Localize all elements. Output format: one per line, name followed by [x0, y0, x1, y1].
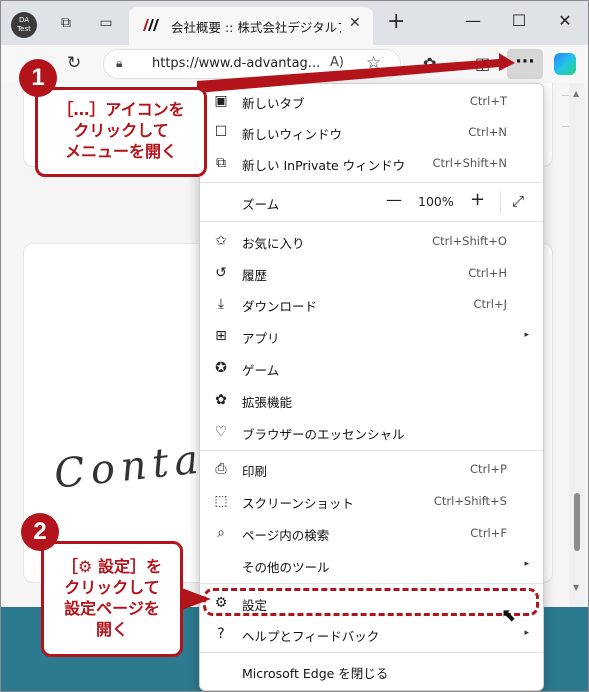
callout-step2-line4: 開く	[95, 620, 128, 639]
callout-step2-line3: 設定ページを	[64, 599, 160, 618]
callout-step1-line2: クリックして	[73, 121, 169, 140]
arrow-to-settings	[179, 587, 211, 611]
callout-step1-line1: ［…］アイコンを	[57, 100, 185, 119]
callout-step1-line3: メニューを開く	[64, 142, 177, 161]
browser-window: DA Test ⧉ ▭ 会社概要 :: 株式会社デジタルアドバ ✕ + — ☐ …	[0, 0, 589, 692]
callout-step2-line2: クリックして	[64, 578, 160, 597]
step1-badge: 1	[19, 59, 57, 97]
callout-step1: ［…］アイコンを クリックして メニューを開く	[35, 87, 207, 177]
arrow-to-more-button	[197, 53, 515, 93]
callout-step2: ［⚙ 設定］を クリックして 設定ページを 開く	[41, 541, 183, 657]
callout-step2-line1: ［⚙ 設定］を	[62, 557, 162, 576]
step2-badge: 2	[21, 513, 59, 551]
